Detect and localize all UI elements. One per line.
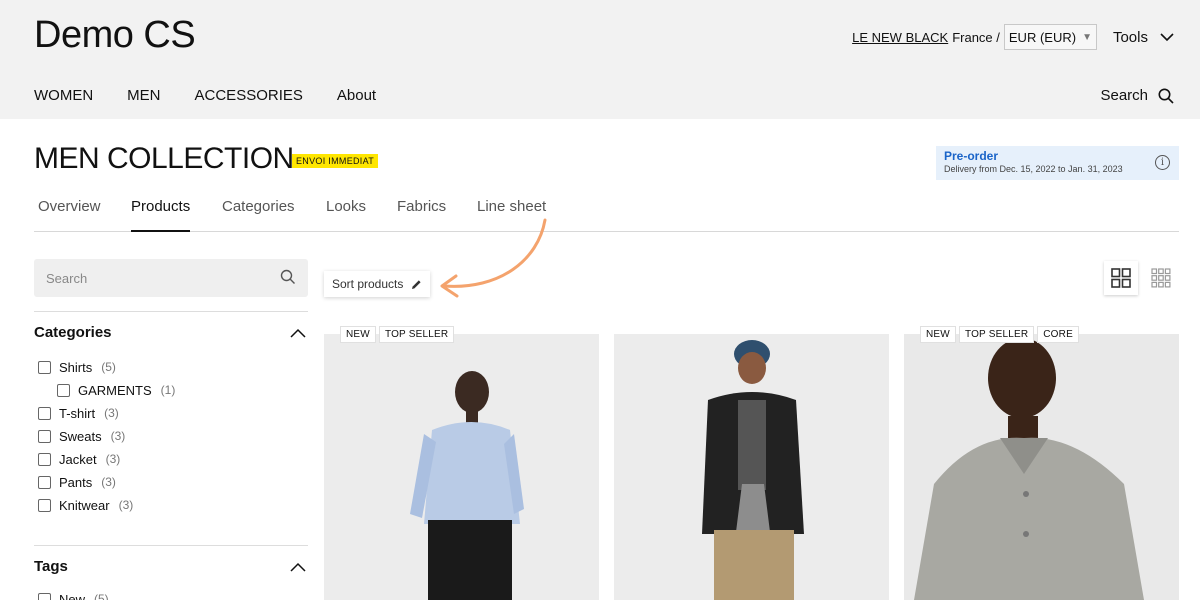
country-label: France / xyxy=(952,29,1000,45)
checkbox[interactable] xyxy=(38,360,51,374)
currency-select[interactable]: EUR (EUR) ▼ xyxy=(1003,24,1097,50)
divider xyxy=(34,311,308,312)
category-label: Sweats xyxy=(59,428,102,444)
grid-large-icon xyxy=(1111,268,1131,288)
checkbox[interactable] xyxy=(38,452,51,466)
category-label: Shirts xyxy=(59,359,93,375)
tab-looks[interactable]: Looks xyxy=(326,198,366,232)
nav-item-accessories[interactable]: ACCESSORIES xyxy=(195,87,303,104)
grid-small-view-button[interactable] xyxy=(1144,261,1178,295)
product-image xyxy=(904,334,1179,600)
header-search[interactable]: Search xyxy=(1100,87,1174,104)
category-label: T-shirt xyxy=(59,405,96,421)
preorder-title: Pre-order xyxy=(944,149,999,163)
category-count: (3) xyxy=(104,406,119,420)
dropdown-triangle-icon: ▼ xyxy=(1082,31,1092,43)
nav-item-men[interactable]: MEN xyxy=(127,87,160,104)
product-badge: NEW xyxy=(340,326,376,343)
category-count: (3) xyxy=(105,452,121,466)
category-count: (3) xyxy=(118,498,134,512)
search-icon xyxy=(1158,88,1174,104)
tag-count: (5) xyxy=(94,592,109,600)
categories-title: Categories xyxy=(34,324,112,341)
checkbox[interactable] xyxy=(57,383,70,397)
nav-item-women[interactable]: WOMEN xyxy=(34,87,93,104)
category-item-sweats[interactable]: Sweats (3) xyxy=(38,427,125,445)
divider xyxy=(34,545,308,546)
main-nav: WOMEN MEN ACCESSORIES About xyxy=(34,87,376,104)
sort-label: Sort products xyxy=(332,277,404,291)
product-badge: NEW xyxy=(920,326,956,343)
nav-item-about[interactable]: About xyxy=(337,87,376,104)
category-item-knitwear[interactable]: Knitwear (3) xyxy=(38,496,133,514)
checkbox[interactable] xyxy=(38,429,51,443)
tools-label: Tools xyxy=(1112,28,1148,46)
product-badge: TOP SELLER xyxy=(378,326,455,343)
tab-overview[interactable]: Overview xyxy=(38,198,101,232)
category-item-jacket[interactable]: Jacket (3) xyxy=(38,450,120,468)
tab-categories[interactable]: Categories xyxy=(222,198,295,232)
checkbox[interactable] xyxy=(38,592,51,600)
status-badge: ENVOI IMMEDIAT xyxy=(292,154,379,168)
currency-value: EUR (EUR) xyxy=(1008,29,1077,45)
header-search-label: Search xyxy=(1100,87,1148,104)
info-icon[interactable]: i xyxy=(1155,155,1170,170)
checkbox[interactable] xyxy=(38,406,51,420)
chevron-up-icon[interactable] xyxy=(290,328,306,338)
page-title: MEN COLLECTION xyxy=(34,142,294,175)
chevron-up-icon[interactable] xyxy=(290,562,306,572)
product-image xyxy=(614,334,889,600)
tag-label: New xyxy=(59,591,86,600)
tools-menu[interactable]: Tools xyxy=(1113,29,1174,46)
product-badges: NEW TOP SELLER xyxy=(340,326,455,343)
site-logo[interactable]: Demo CS xyxy=(34,14,196,57)
category-item-tshirt[interactable]: T-shirt (3) xyxy=(38,404,119,422)
search-icon[interactable] xyxy=(280,269,296,285)
tags-title: Tags xyxy=(34,558,68,575)
product-image xyxy=(324,334,599,600)
category-label: Jacket xyxy=(59,451,97,467)
product-badge: TOP SELLER xyxy=(958,326,1035,343)
sort-products-button[interactable]: Sort products xyxy=(324,271,431,297)
category-item-garments[interactable]: GARMENTS (1) xyxy=(57,381,175,399)
preorder-dates: Delivery from Dec. 15, 2022 to Jan. 31, … xyxy=(944,164,1123,174)
category-label: GARMENTS xyxy=(78,382,152,398)
category-count: (1) xyxy=(160,383,176,397)
category-item-pants[interactable]: Pants (3) xyxy=(38,473,116,491)
pencil-icon xyxy=(412,279,421,289)
product-badges: NEW TOP SELLER CORE xyxy=(920,326,1079,343)
site-header: Demo CS LE NEW BLACK France / EUR (EUR) … xyxy=(0,0,1200,119)
grid-large-view-button[interactable] xyxy=(1104,261,1138,295)
collection-tabs: Overview Products Categories Looks Fabri… xyxy=(34,198,1179,232)
product-card[interactable] xyxy=(324,334,599,600)
brand-link[interactable]: LE NEW BLACK xyxy=(852,30,948,45)
category-label: Knitwear xyxy=(59,497,110,513)
tag-item-new[interactable]: New (5) xyxy=(38,590,109,600)
checkbox[interactable] xyxy=(38,498,51,512)
grid-small-icon xyxy=(1151,268,1171,288)
category-count: (3) xyxy=(101,475,116,489)
product-card[interactable] xyxy=(614,334,889,600)
checkbox[interactable] xyxy=(38,475,51,489)
search-placeholder: Search xyxy=(46,271,88,286)
tab-products[interactable]: Products xyxy=(131,198,191,232)
sidebar-search-input[interactable]: Search xyxy=(34,259,308,297)
category-count: (3) xyxy=(110,429,126,443)
category-item-shirts[interactable]: Shirts (5) xyxy=(38,358,116,376)
product-badge: CORE xyxy=(1037,326,1079,343)
header-utilities: LE NEW BLACK France / EUR (EUR) ▼ Tools xyxy=(852,24,1200,50)
preorder-banner: Pre-order Delivery from Dec. 15, 2022 to… xyxy=(936,146,1179,180)
annotation-arrow xyxy=(440,218,547,298)
chevron-down-icon xyxy=(1160,32,1174,41)
category-label: Pants xyxy=(59,474,93,490)
product-card[interactable] xyxy=(904,334,1179,600)
category-count: (5) xyxy=(101,360,116,374)
